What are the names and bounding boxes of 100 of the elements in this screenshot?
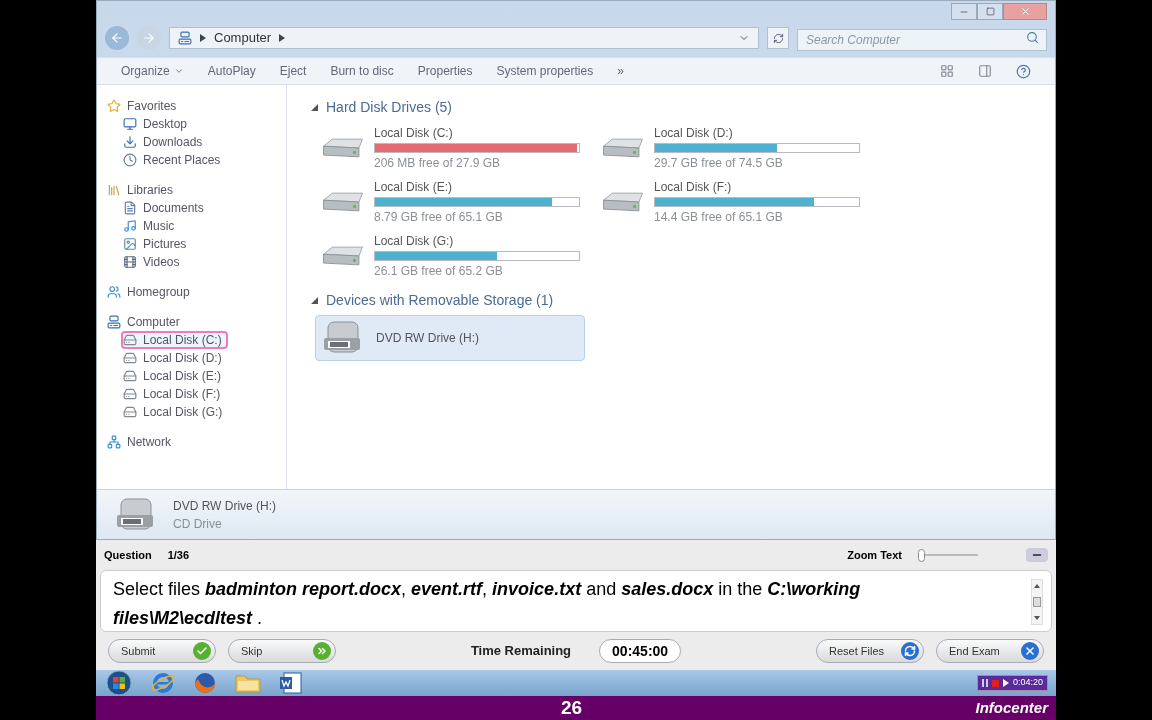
nav-item[interactable]: Music (121, 217, 181, 235)
help-icon[interactable] (1016, 63, 1031, 79)
desktop-icon (123, 117, 137, 131)
toolbar-button[interactable]: Burn to disc (330, 62, 394, 80)
search-field[interactable]: Search Computer (797, 29, 1047, 51)
view-options-icon[interactable] (940, 64, 954, 78)
question-label: Question (104, 547, 152, 563)
library-icon (107, 183, 121, 197)
minimize-button[interactable] (1026, 548, 1048, 562)
breadcrumb-item[interactable]: Computer (214, 28, 272, 48)
nav-item[interactable]: Network (105, 433, 177, 451)
nav-item[interactable]: Videos (121, 253, 186, 271)
nav-item[interactable]: Homegroup (105, 283, 196, 301)
refresh-icon (772, 32, 784, 44)
exam-button[interactable]: Skip (228, 639, 336, 663)
drive-tile[interactable]: Local Disk (G:) 26.1 GB free of 65.2 GB (315, 230, 585, 282)
drive-name: Local Disk (C:) (374, 125, 454, 141)
nav-item[interactable]: Local Disk (C:) (121, 331, 228, 349)
download-icon (123, 135, 137, 149)
drive-name: Local Disk (D:) (654, 125, 734, 141)
chevron-right-icon[interactable] (200, 34, 206, 42)
toolbar-button[interactable]: System properties (496, 62, 594, 80)
organize-menu[interactable]: Organize (121, 62, 184, 80)
drive-free-space: 8.79 GB free of 65.1 GB (374, 209, 504, 225)
toolbar-button[interactable]: Properties (417, 62, 473, 80)
homegroup-icon (107, 285, 121, 299)
exam-button[interactable]: Reset Files (816, 639, 924, 663)
exam-button[interactable]: Submit (108, 639, 216, 663)
refresh-icon (901, 642, 919, 660)
play-icon[interactable] (1002, 679, 1009, 687)
nav-item[interactable]: Local Disk (G:) (121, 403, 229, 421)
toolbar-button[interactable]: Eject (279, 62, 307, 80)
film-icon (123, 255, 137, 269)
time-remaining-label: Time Remaining (470, 642, 572, 661)
drive-tile[interactable]: DVD RW Drive (H:) (315, 315, 585, 361)
document-icon (123, 201, 137, 215)
maximize-button[interactable] (977, 3, 1003, 20)
nav-item[interactable]: Computer (105, 313, 186, 331)
toolbar-button[interactable]: AutoPlay (207, 62, 256, 80)
nav-item[interactable]: Pictures (121, 235, 193, 253)
nav-item[interactable]: Desktop (121, 115, 194, 133)
nav-item[interactable]: Documents (121, 199, 210, 217)
nav-item[interactable]: Local Disk (D:) (121, 349, 228, 367)
nav-item[interactable]: Local Disk (F:) (121, 385, 227, 403)
browser-e-icon[interactable] (150, 671, 176, 695)
nav-item[interactable]: Recent Places (121, 151, 227, 169)
address-bar[interactable]: Computer (169, 27, 759, 49)
drive-icon (123, 369, 137, 383)
picture-icon (123, 237, 137, 251)
forward-arrow-icon (142, 31, 156, 45)
more-button[interactable]: » (617, 62, 624, 80)
scrollbar[interactable] (1031, 579, 1043, 625)
timer: 00:45:00 (599, 639, 682, 663)
chevron-right-icon[interactable] (279, 34, 286, 42)
drive-name: Local Disk (F:) (654, 179, 733, 195)
question-number: 1/36 (167, 547, 190, 563)
nav-item[interactable]: Downloads (121, 133, 209, 151)
start-orb-icon[interactable] (104, 670, 134, 696)
fox-globe-icon[interactable] (192, 671, 218, 695)
group-title: Hard Disk Drives (5) (326, 98, 452, 117)
refresh-button[interactable] (767, 27, 789, 49)
collapse-arrow-icon (311, 297, 318, 304)
search-icon (1026, 31, 1039, 44)
close-icon (1019, 6, 1031, 17)
pause-icon[interactable] (981, 679, 988, 687)
music-icon (123, 219, 137, 233)
drive-free-space: 14.4 GB free of 65.1 GB (654, 209, 784, 225)
maximize-icon (985, 7, 995, 16)
zoom-text-label: Zoom Text (847, 547, 902, 563)
preview-pane-icon[interactable] (978, 64, 992, 78)
zoom-slider[interactable] (918, 548, 978, 562)
drive-tile[interactable]: Local Disk (C:) 206 MB free of 27.9 GB (315, 122, 585, 174)
recorder-time: 0:04:20 (1012, 676, 1043, 690)
nav-item[interactable]: Local Disk (E:) (121, 367, 228, 385)
computer-icon (107, 315, 121, 329)
fast-forward-icon (313, 642, 331, 660)
drive-name: Local Disk (G:) (374, 233, 455, 249)
stop-icon[interactable] (991, 679, 999, 687)
drive-icon (123, 405, 137, 419)
computer-icon (178, 31, 192, 45)
close-icon (1021, 642, 1039, 660)
nav-item[interactable]: Libraries (105, 181, 180, 199)
nav-item[interactable]: Favorites (105, 97, 183, 115)
logo: Infocenter (975, 697, 1048, 718)
word-document-icon[interactable] (278, 671, 304, 695)
dropdown-icon (173, 66, 184, 76)
drive-tile[interactable]: Local Disk (E:) 8.79 GB free of 65.1 GB (315, 176, 585, 228)
group-header[interactable]: Hard Disk Drives (5) (311, 97, 1055, 118)
check-icon (193, 642, 211, 660)
drive-tile[interactable]: Local Disk (D:) 29.7 GB free of 74.5 GB (595, 122, 865, 174)
page-number: 26 (561, 695, 583, 720)
drive-free-space: 29.7 GB free of 74.5 GB (654, 155, 784, 171)
group-header[interactable]: Devices with Removable Storage (1) (311, 290, 1055, 311)
exam-button[interactable]: End Exam (936, 639, 1044, 663)
slider-thumb[interactable] (918, 548, 925, 562)
drive-icon (123, 351, 137, 365)
drive-tile[interactable]: Local Disk (F:) 14.4 GB free of 65.1 GB (595, 176, 865, 228)
details-type: CD Drive (173, 515, 223, 533)
drive-free-space: 206 MB free of 27.9 GB (374, 155, 502, 171)
network-icon (107, 435, 121, 449)
